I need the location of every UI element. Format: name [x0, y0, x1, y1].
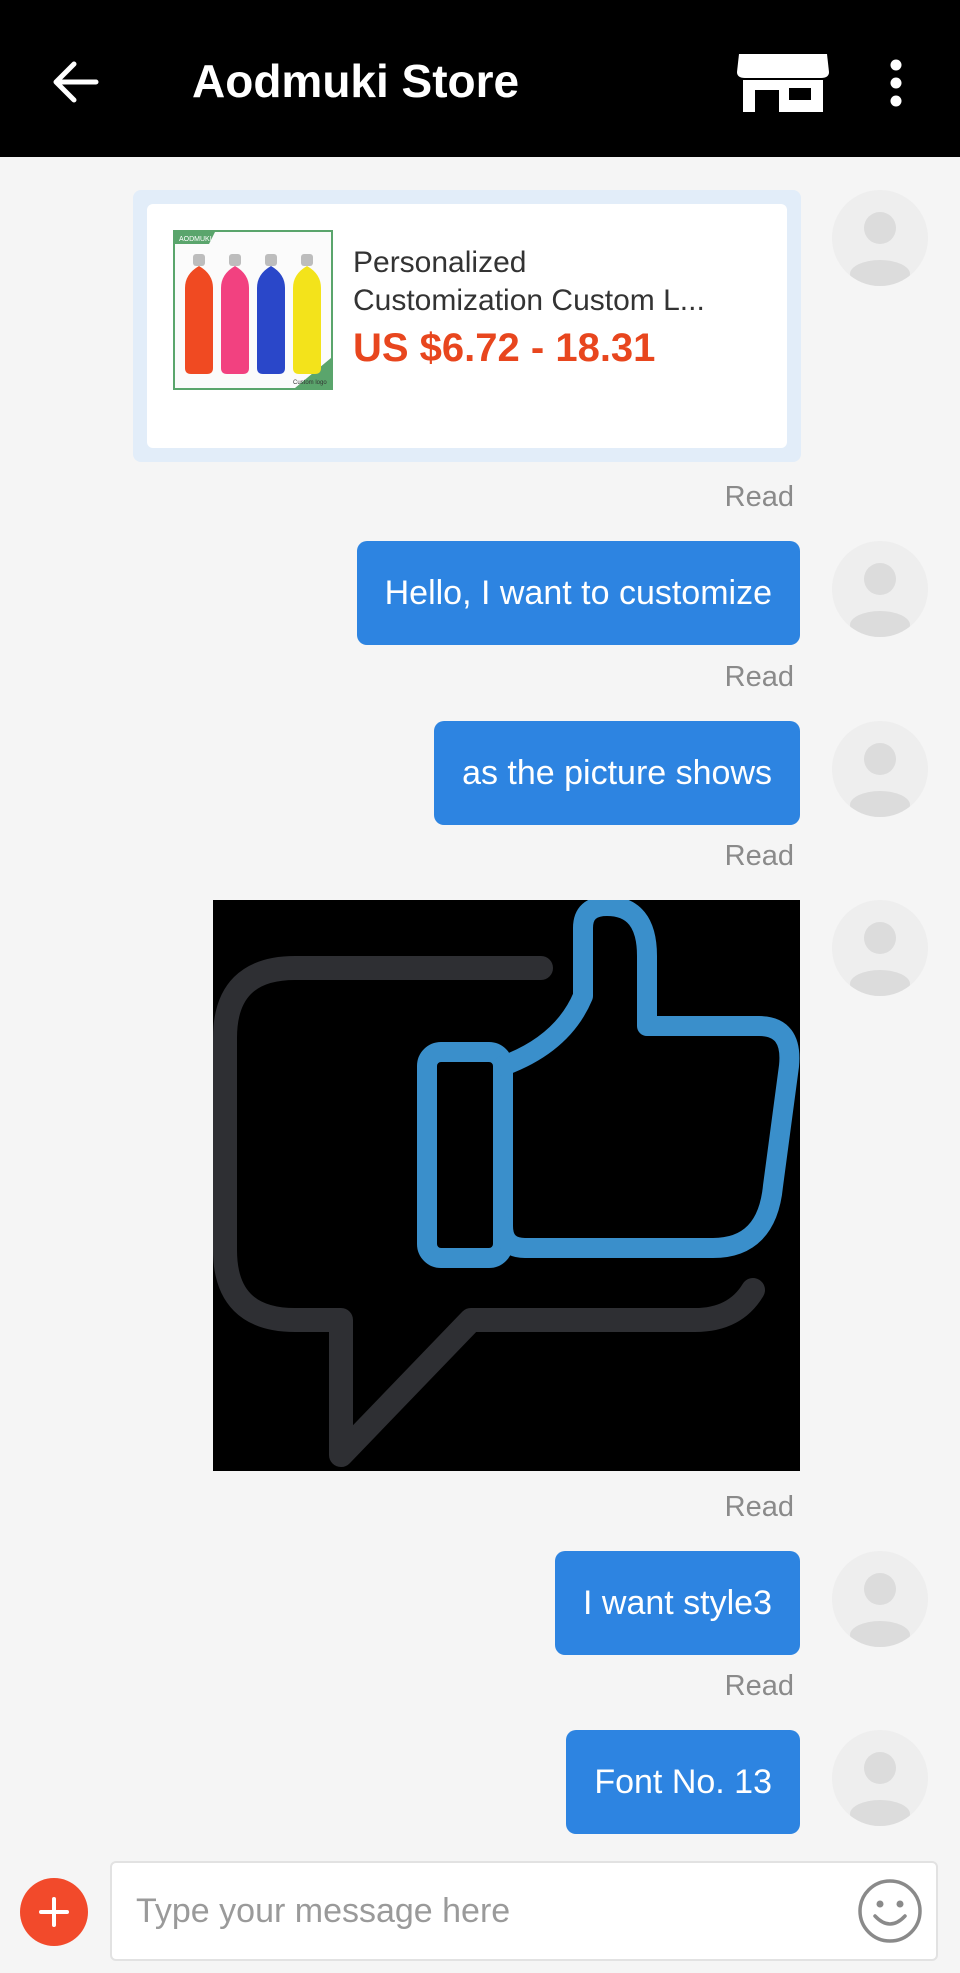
message-bubble[interactable]: Font No. 13	[566, 1730, 800, 1834]
more-vertical-icon	[890, 59, 902, 107]
product-card-body: AODMUKI Custom logo Personalized Customi…	[147, 204, 787, 448]
message-input[interactable]	[136, 1883, 836, 1939]
read-status: Read	[724, 840, 794, 872]
avatar	[832, 541, 928, 637]
message-bubble[interactable]: I want style3	[555, 1551, 800, 1655]
user-placeholder-icon	[850, 1573, 910, 1647]
user-placeholder-icon	[850, 212, 910, 286]
read-status: Read	[724, 661, 794, 693]
avatar	[832, 1551, 928, 1647]
thumbs-up-chat-icon	[213, 900, 800, 1467]
store-icon	[737, 54, 829, 112]
message-composer	[0, 1845, 960, 1973]
product-price: US $6.72 - 18.31	[353, 326, 656, 370]
product-name-line1: Personalized	[353, 246, 527, 279]
plus-icon	[39, 1897, 69, 1927]
message-input-box	[110, 1861, 938, 1961]
read-status: Read	[724, 481, 794, 513]
header-bar: Aodmuki Store	[0, 0, 960, 157]
user-placeholder-icon	[850, 563, 910, 637]
user-placeholder-icon	[850, 922, 910, 996]
product-card[interactable]: AODMUKI Custom logo Personalized Customi…	[133, 190, 801, 462]
brand-mark: AODMUKI	[179, 236, 212, 243]
back-button[interactable]	[40, 52, 110, 112]
arrow-left-icon	[53, 61, 99, 103]
avatar	[832, 190, 928, 286]
product-name: Personalized Customization Custom L...	[353, 244, 753, 320]
product-name-line2: Customization Custom L...	[353, 284, 705, 317]
user-placeholder-icon	[850, 743, 910, 817]
avatar	[832, 900, 928, 996]
message-bubble[interactable]: as the picture shows	[434, 721, 800, 825]
page-title: Aodmuki Store	[192, 55, 520, 107]
avatar	[832, 1730, 928, 1826]
user-placeholder-icon	[850, 1752, 910, 1826]
image-message[interactable]	[213, 900, 800, 1471]
avatar	[832, 721, 928, 817]
store-button[interactable]	[728, 48, 838, 118]
add-attachment-button[interactable]	[20, 1878, 88, 1946]
emoji-button[interactable]	[854, 1875, 926, 1947]
message-bubble[interactable]: Hello, I want to customize	[356, 541, 800, 645]
more-options-button[interactable]	[866, 48, 926, 118]
product-thumbnail: AODMUKI Custom logo	[173, 230, 333, 390]
thumb-caption: Custom logo	[293, 380, 327, 386]
read-status: Read	[724, 1670, 794, 1702]
smiley-icon	[858, 1879, 922, 1943]
read-status: Read	[724, 1491, 794, 1523]
